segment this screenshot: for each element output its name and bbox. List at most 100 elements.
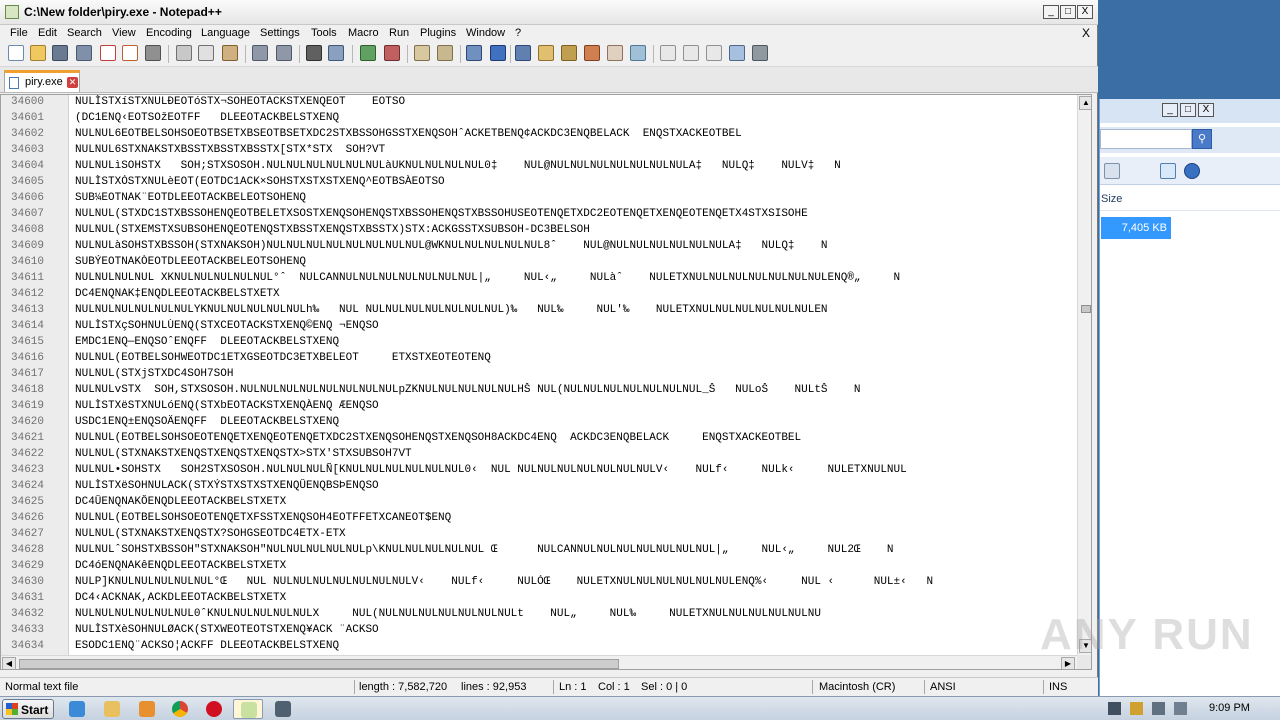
menu-settings[interactable]: Settings	[258, 25, 302, 41]
function-list-icon[interactable]	[584, 45, 600, 61]
folder-workspace-icon[interactable]	[607, 45, 623, 61]
horizontal-scrollbar[interactable]: ◀ ▶	[1, 655, 1077, 669]
explorer-maximize-button[interactable]: □	[1180, 103, 1196, 117]
editor-line[interactable]: 34605 NULÌSTXÓSTXNULèEOT(EOTDC1ACK×SOHSTX…	[1, 175, 1077, 191]
print-icon[interactable]	[145, 45, 161, 61]
editor-line[interactable]: 34613 NULNULNULNULNULNULYKNULNULNULNULNUL…	[1, 303, 1077, 319]
editor-line[interactable]: 34628 NULNULˆSOHSTXBSSOH"STXNAKSOH"NULNUL…	[1, 543, 1077, 559]
save-macro-icon[interactable]	[752, 45, 768, 61]
editor-line[interactable]: 34632 NULNULNULNULNULNUL0ˆKNULNULNULNULNU…	[1, 607, 1077, 623]
new-file-icon[interactable]	[8, 45, 24, 61]
menu-plugins[interactable]: Plugins	[418, 25, 458, 41]
show-all-chars-icon[interactable]	[490, 45, 506, 61]
tray-flag-icon[interactable]	[1130, 702, 1143, 715]
editor-line[interactable]: 34621 NULNUL(EOTBELSOHSOEOTENQETXENQEOTEN…	[1, 431, 1077, 447]
replace-icon[interactable]	[328, 45, 344, 61]
editor-line[interactable]: 34634 ESODC1ENQ¨ACKSO¦ACKFF DLEEOTACKBELS…	[1, 639, 1077, 655]
cut-icon[interactable]	[176, 45, 192, 61]
editor-line[interactable]: 34607 NULNUL(STXDC1STXBSSOHENQEOTBELETXSO…	[1, 207, 1077, 223]
close-icon[interactable]	[100, 45, 116, 61]
taskbar-media-player[interactable]	[132, 699, 162, 719]
editor-line[interactable]: 34600 NULÌSTXíSTXNULÐEOTóSTX¬SOHEOTACKSTX…	[1, 95, 1077, 111]
taskbar-opera[interactable]	[199, 699, 229, 719]
editor-line[interactable]: 34633 NULÌSTXèSOHNULØACK(STXWEOTEOTSTXENQ…	[1, 623, 1077, 639]
start-button[interactable]: Start	[2, 699, 54, 719]
vertical-scroll-thumb[interactable]	[1081, 305, 1091, 313]
menu-help[interactable]: ?	[513, 25, 523, 41]
editor-line[interactable]: 34630 NULP]KNULNULNULNULNUL°Œ NUL NULNULN…	[1, 575, 1077, 591]
preview-pane-icon[interactable]	[1160, 163, 1176, 179]
save-icon[interactable]	[52, 45, 68, 61]
editor-line[interactable]: 34631 DC4‹ACKNAK,ACKDLEEOTACKBELSTXETX	[1, 591, 1077, 607]
find-icon[interactable]	[306, 45, 322, 61]
redo-icon[interactable]	[276, 45, 292, 61]
copy-icon[interactable]	[198, 45, 214, 61]
vertical-scrollbar[interactable]: ▲ ▼	[1077, 95, 1091, 655]
editor-line[interactable]: 34604 NULNULìSOHSTX SOH;STXSOSOH.NULNULNU…	[1, 159, 1077, 175]
menu-encoding[interactable]: Encoding	[144, 25, 194, 41]
editor-line[interactable]: 34611 NULNULNULNUL XKNULNULNULNULNUL°ˆ NU…	[1, 271, 1077, 287]
word-wrap-icon[interactable]	[466, 45, 482, 61]
taskbar-task-manager[interactable]	[268, 699, 298, 719]
editor-line[interactable]: 34612 DC4ENQNAK‡ENQDLEEOTACKBELSTXETX	[1, 287, 1077, 303]
editor-line[interactable]: 34608 NULNUL(STXEMSTXSUBSOHENQEOTENQSTXBS…	[1, 223, 1077, 239]
editor-line[interactable]: 34623 NULNUL•SOHSTX SOH2STXSOSOH.NULNULNU…	[1, 463, 1077, 479]
menu-search[interactable]: Search	[65, 25, 104, 41]
editor-line[interactable]: 34624 NULÌSTXëSOHNULACK(STXÝSTXSTXSTXENQÛ…	[1, 479, 1077, 495]
tray-arrow-icon[interactable]	[1108, 702, 1121, 715]
explorer-column-header[interactable]: Size	[1100, 187, 1280, 211]
editor-line[interactable]: 34619 NULÌSTXëSTXNULóENQ(STXbEOTACKSTXENQ…	[1, 399, 1077, 415]
menu-language[interactable]: Language	[199, 25, 252, 41]
close-all-icon[interactable]	[122, 45, 138, 61]
magnifier-icon[interactable]: ⚲	[1192, 129, 1212, 149]
minimize-button[interactable]: _	[1043, 5, 1059, 19]
menu-file[interactable]: File	[8, 25, 30, 41]
editor-line[interactable]: 34603 NULNUL6STXNAKSTXBSSTXBSSTXBSSTX[STX…	[1, 143, 1077, 159]
editor-line[interactable]: 34620 USDC1ENQ±ENQSOÄENQFF DLEEOTACKBELST…	[1, 415, 1077, 431]
indent-guide-icon[interactable]	[515, 45, 531, 61]
taskbar-chrome[interactable]	[165, 699, 195, 719]
editor-line[interactable]: 34615 EMDC1ENQ—ENQSOˆENQFF DLEEOTACKBELST…	[1, 335, 1077, 351]
explorer-minimize-button[interactable]: _	[1162, 103, 1178, 117]
editor-line[interactable]: 34602 NULNUL6EOTBELSOHSOEOTBSETXBSEOTBSET…	[1, 127, 1077, 143]
explorer-search-input[interactable]	[1100, 129, 1192, 149]
taskbar-explorer[interactable]	[97, 699, 127, 719]
tab-piry-exe[interactable]: piry.exe ✕	[4, 70, 80, 92]
scroll-up-icon[interactable]: ▲	[1079, 96, 1091, 110]
horizontal-scroll-thumb[interactable]	[19, 659, 619, 669]
close-button[interactable]: X	[1077, 5, 1093, 19]
sync-vertical-icon[interactable]	[414, 45, 430, 61]
editor-line[interactable]: 34601 (DC1ENQ‹EOTSOžEOTFF DLEEOTACKBELSTX…	[1, 111, 1077, 127]
editor-line[interactable]: 34627 NULNUL(STXNAKSTXENQSTX?SOHGSEOTDC4E…	[1, 527, 1077, 543]
stop-record-icon[interactable]	[683, 45, 699, 61]
zoom-in-icon[interactable]	[360, 45, 376, 61]
tab-close-icon[interactable]: ✕	[67, 77, 78, 88]
menu-window[interactable]: Window	[464, 25, 507, 41]
menu-tools[interactable]: Tools	[309, 25, 339, 41]
editor-line[interactable]: 34614 NULÌSTXçSOHNULÙENQ(STXCEOTACKSTXENQ…	[1, 319, 1077, 335]
view-list-icon[interactable]	[1104, 163, 1120, 179]
scroll-left-icon[interactable]: ◀	[2, 657, 16, 669]
record-macro-icon[interactable]	[660, 45, 676, 61]
tray-volume-icon[interactable]	[1174, 702, 1187, 715]
maximize-button[interactable]: □	[1060, 5, 1076, 19]
run-macro-multiple-icon[interactable]	[729, 45, 745, 61]
menu-macro[interactable]: Macro	[346, 25, 381, 41]
editor-line[interactable]: 34618 NULNULvSTX SOH,STXSOSOH.NULNULNULNU…	[1, 383, 1077, 399]
open-file-icon[interactable]	[30, 45, 46, 61]
editor-line[interactable]: 34616 NULNUL(EOTBELSOHWEOTDC1ETXGSEOTDC3E…	[1, 351, 1077, 367]
tray-network-icon[interactable]	[1152, 702, 1165, 715]
doc-map-icon[interactable]	[561, 45, 577, 61]
taskbar-notepadpp[interactable]	[233, 699, 263, 719]
monitor-icon[interactable]	[630, 45, 646, 61]
editor-line[interactable]: 34609 NULNULàSOHSTXBSSOH(STXNAKSOH)NULNUL…	[1, 239, 1077, 255]
editor-line[interactable]: 34617 NULNUL(STXjSTXDC4SOH7SOH	[1, 367, 1077, 383]
document-close-x[interactable]: X	[1082, 25, 1090, 41]
editor-area[interactable]: 34600 NULÌSTXíSTXNULÐEOTóSTX¬SOHEOTACKSTX…	[0, 94, 1092, 670]
save-all-icon[interactable]	[76, 45, 92, 61]
undo-icon[interactable]	[252, 45, 268, 61]
editor-line[interactable]: 34629 DC4óENQNAKêENQDLEEOTACKBELSTXETX	[1, 559, 1077, 575]
selected-file-size[interactable]: 7,405 KB	[1101, 217, 1171, 239]
editor-line[interactable]: 34625 DC4ÛENQNAKÔENQDLEEOTACKBELSTXETX	[1, 495, 1077, 511]
editor-line[interactable]: 34610 SUBÝEOTNAKÒEOTDLEEOTACKBELEOTSOHENQ	[1, 255, 1077, 271]
